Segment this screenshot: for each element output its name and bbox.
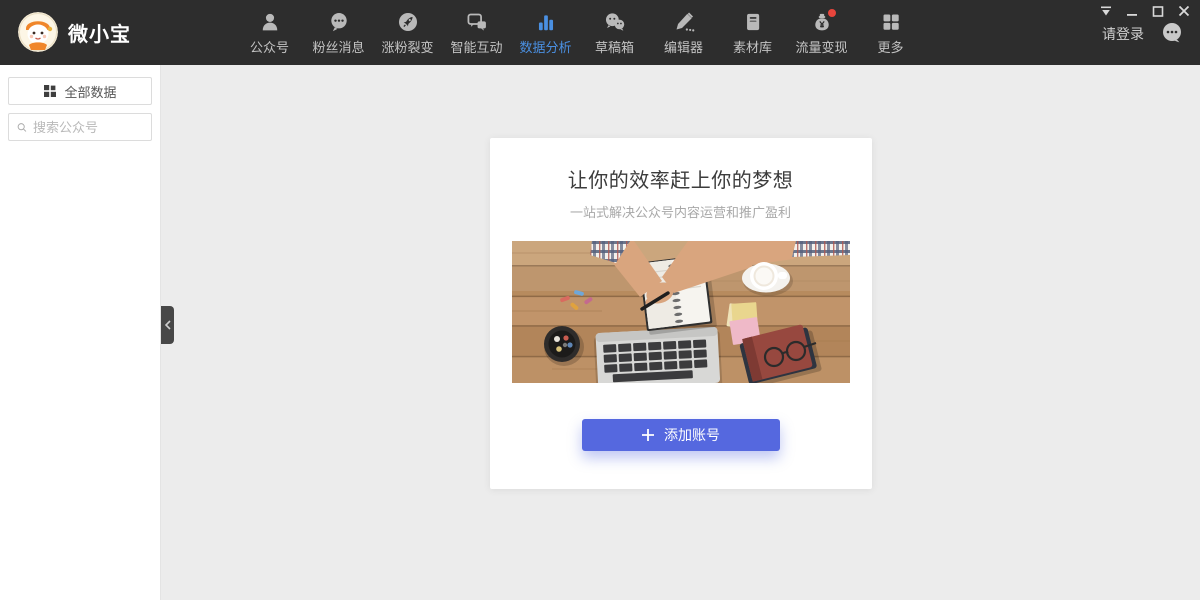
hide-to-tray-button[interactable]	[1099, 5, 1112, 17]
nav-item-editor[interactable]: 编辑器	[649, 0, 718, 65]
close-button[interactable]	[1177, 5, 1190, 17]
main-area: 让你的效率赶上你的梦想 一站式解决公众号内容运营和推广盈利	[161, 65, 1200, 600]
maximize-button[interactable]	[1151, 5, 1164, 17]
login-link[interactable]: 请登录	[1102, 24, 1144, 44]
bar-chart-icon	[535, 11, 557, 33]
main-nav: 公众号 粉丝消息 涨粉裂变 智能互动 数据分析	[235, 0, 925, 65]
desk-workspace-photo	[512, 241, 850, 383]
all-data-label: 全部数据	[64, 82, 116, 101]
user-icon	[259, 11, 281, 33]
nav-label: 素材库	[733, 37, 772, 56]
nav-item-smart-interaction[interactable]: 智能互动	[442, 0, 511, 65]
notification-badge	[828, 9, 836, 17]
window-controls	[1099, 5, 1190, 17]
rocket-icon	[397, 11, 419, 33]
nav-item-monetization[interactable]: 流量变现	[787, 0, 856, 65]
search-box	[8, 113, 152, 141]
logo-area: 微小宝	[18, 12, 131, 52]
nav-label: 粉丝消息	[312, 37, 364, 56]
pencil-icon	[673, 11, 695, 33]
nav-label: 数据分析	[519, 37, 571, 56]
library-icon	[742, 11, 764, 33]
nav-item-data-analysis[interactable]: 数据分析	[511, 0, 580, 65]
nav-item-material-library[interactable]: 素材库	[718, 0, 787, 65]
nav-item-drafts[interactable]: 草稿箱	[580, 0, 649, 65]
sidebar-collapse-handle[interactable]	[161, 306, 174, 344]
search-input[interactable]	[33, 120, 143, 135]
sidebar: 全部数据	[0, 65, 161, 600]
nav-item-official-accounts[interactable]: 公众号	[235, 0, 304, 65]
grid-icon	[880, 11, 902, 33]
app-logo-icon	[18, 12, 58, 52]
grid-small-icon	[43, 84, 57, 98]
nav-item-fan-growth[interactable]: 涨粉裂变	[373, 0, 442, 65]
add-account-label: 添加账号	[664, 425, 720, 445]
feedback-chat-icon[interactable]	[1160, 21, 1184, 45]
titlebar: 微小宝 公众号 粉丝消息 涨粉裂变 智能互动	[0, 0, 1200, 65]
add-account-button[interactable]: 添加账号	[582, 419, 780, 451]
card-title: 让你的效率赶上你的梦想	[512, 164, 850, 193]
all-data-button[interactable]: 全部数据	[8, 77, 152, 105]
nav-label: 智能互动	[450, 37, 502, 56]
welcome-card: 让你的效率赶上你的梦想 一站式解决公众号内容运营和推广盈利	[490, 138, 872, 489]
chat-bubble-icon	[328, 11, 350, 33]
nav-label: 流量变现	[795, 37, 847, 56]
wechat-icon	[604, 11, 626, 33]
nav-label: 公众号	[250, 37, 289, 56]
plus-icon	[641, 428, 655, 442]
smart-chat-icon	[466, 11, 488, 33]
chevron-left-icon	[164, 320, 172, 330]
app-name: 微小宝	[68, 18, 131, 47]
minimize-button[interactable]	[1125, 5, 1138, 17]
nav-label: 更多	[877, 37, 903, 56]
nav-label: 编辑器	[664, 37, 703, 56]
search-icon	[17, 120, 27, 135]
nav-label: 草稿箱	[595, 37, 634, 56]
nav-item-more[interactable]: 更多	[856, 0, 925, 65]
card-subtitle: 一站式解决公众号内容运营和推广盈利	[512, 202, 850, 221]
nav-item-fan-messages[interactable]: 粉丝消息	[304, 0, 373, 65]
money-bag-icon	[811, 11, 833, 33]
nav-label: 涨粉裂变	[381, 37, 433, 56]
